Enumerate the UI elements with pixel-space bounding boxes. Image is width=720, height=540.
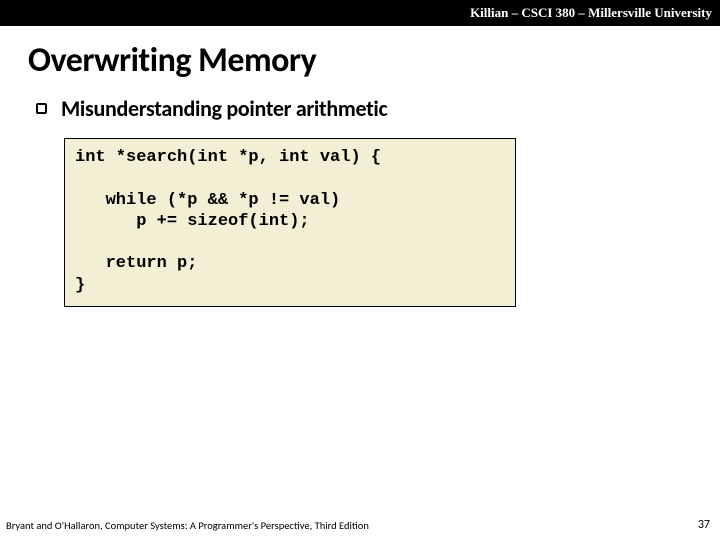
header-course-text: Killian – CSCI 380 – Millersville Univer… <box>470 5 712 21</box>
square-bullet-icon <box>36 103 47 114</box>
header-bar: Killian – CSCI 380 – Millersville Univer… <box>0 0 720 26</box>
code-block: int *search(int *p, int val) { while (*p… <box>64 138 516 307</box>
slide-title: Overwriting Memory <box>28 40 720 81</box>
bullet-item: Misunderstanding pointer arithmetic <box>36 95 720 122</box>
bullet-text: Misunderstanding pointer arithmetic <box>61 95 387 122</box>
footer-citation: Bryant and O'Hallaron, Computer Systems:… <box>6 519 369 532</box>
page-number: 37 <box>698 518 710 532</box>
